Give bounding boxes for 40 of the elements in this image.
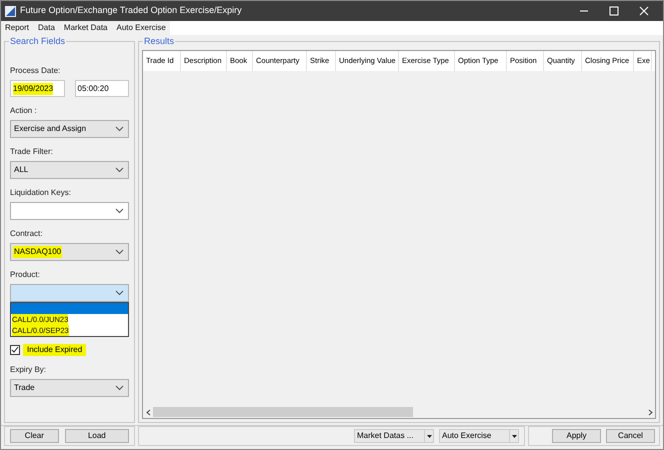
- field-label: Liquidation Keys:: [9, 187, 72, 199]
- product-dropdown[interactable]: [10, 284, 129, 302]
- action-button[interactable]: Load: [64, 429, 129, 443]
- chevron-down-icon: [115, 249, 124, 255]
- menu-item[interactable]: Report: [5, 22, 30, 34]
- action-button[interactable]: Cancel: [606, 429, 655, 443]
- chevron-down-icon: [115, 167, 124, 173]
- field-label: Expiry By:: [9, 364, 48, 376]
- toolbar-dropdown[interactable]: Auto Exercise: [439, 429, 519, 443]
- dropdown-arrow-icon: [424, 430, 433, 442]
- field-label: Action :: [9, 105, 38, 117]
- chevron-down-icon: [115, 385, 124, 391]
- scrollbar-thumb[interactable]: [153, 407, 413, 417]
- field-label: Product:: [9, 269, 41, 281]
- horizontal-scrollbar[interactable]: [143, 406, 655, 418]
- menu-item[interactable]: Auto Exercise: [116, 22, 166, 34]
- liquidation-keys-dropdown[interactable]: [10, 202, 129, 220]
- date-field[interactable]: 19/09/2023: [10, 80, 64, 97]
- expiry-by-dropdown[interactable]: Trade: [10, 379, 129, 397]
- dropdown-arrow-icon: [509, 430, 518, 442]
- chevron-down-icon: [115, 290, 124, 296]
- field-label: Contract:: [9, 228, 44, 240]
- chevron-down-icon: [115, 126, 124, 132]
- menu-item[interactable]: Data: [38, 22, 55, 34]
- chevron-down-icon: [115, 208, 124, 214]
- field-label: Trade Filter:: [9, 146, 54, 158]
- window-title: Future Option/Exchange Traded Option Exercise/Expiry: [20, 4, 242, 18]
- action-dropdown[interactable]: Exercise and Assign: [10, 120, 129, 138]
- app-icon: [5, 6, 16, 16]
- checkbox-label: Include Expired: [23, 344, 86, 356]
- trade-filter-dropdown[interactable]: ALL: [10, 161, 129, 179]
- menu-item[interactable]: Market Data: [64, 22, 108, 34]
- toolbar-dropdown[interactable]: Market Datas ...: [354, 429, 434, 443]
- field-label: Process Date:: [9, 65, 62, 77]
- action-button[interactable]: Apply: [552, 429, 601, 443]
- action-button[interactable]: Clear: [10, 429, 59, 443]
- include-expired-checkbox[interactable]: [10, 345, 20, 355]
- checkmark-icon: [11, 346, 19, 354]
- time-field[interactable]: 05:00:20: [74, 80, 129, 97]
- contract-dropdown[interactable]: NASDAQ100: [10, 243, 129, 261]
